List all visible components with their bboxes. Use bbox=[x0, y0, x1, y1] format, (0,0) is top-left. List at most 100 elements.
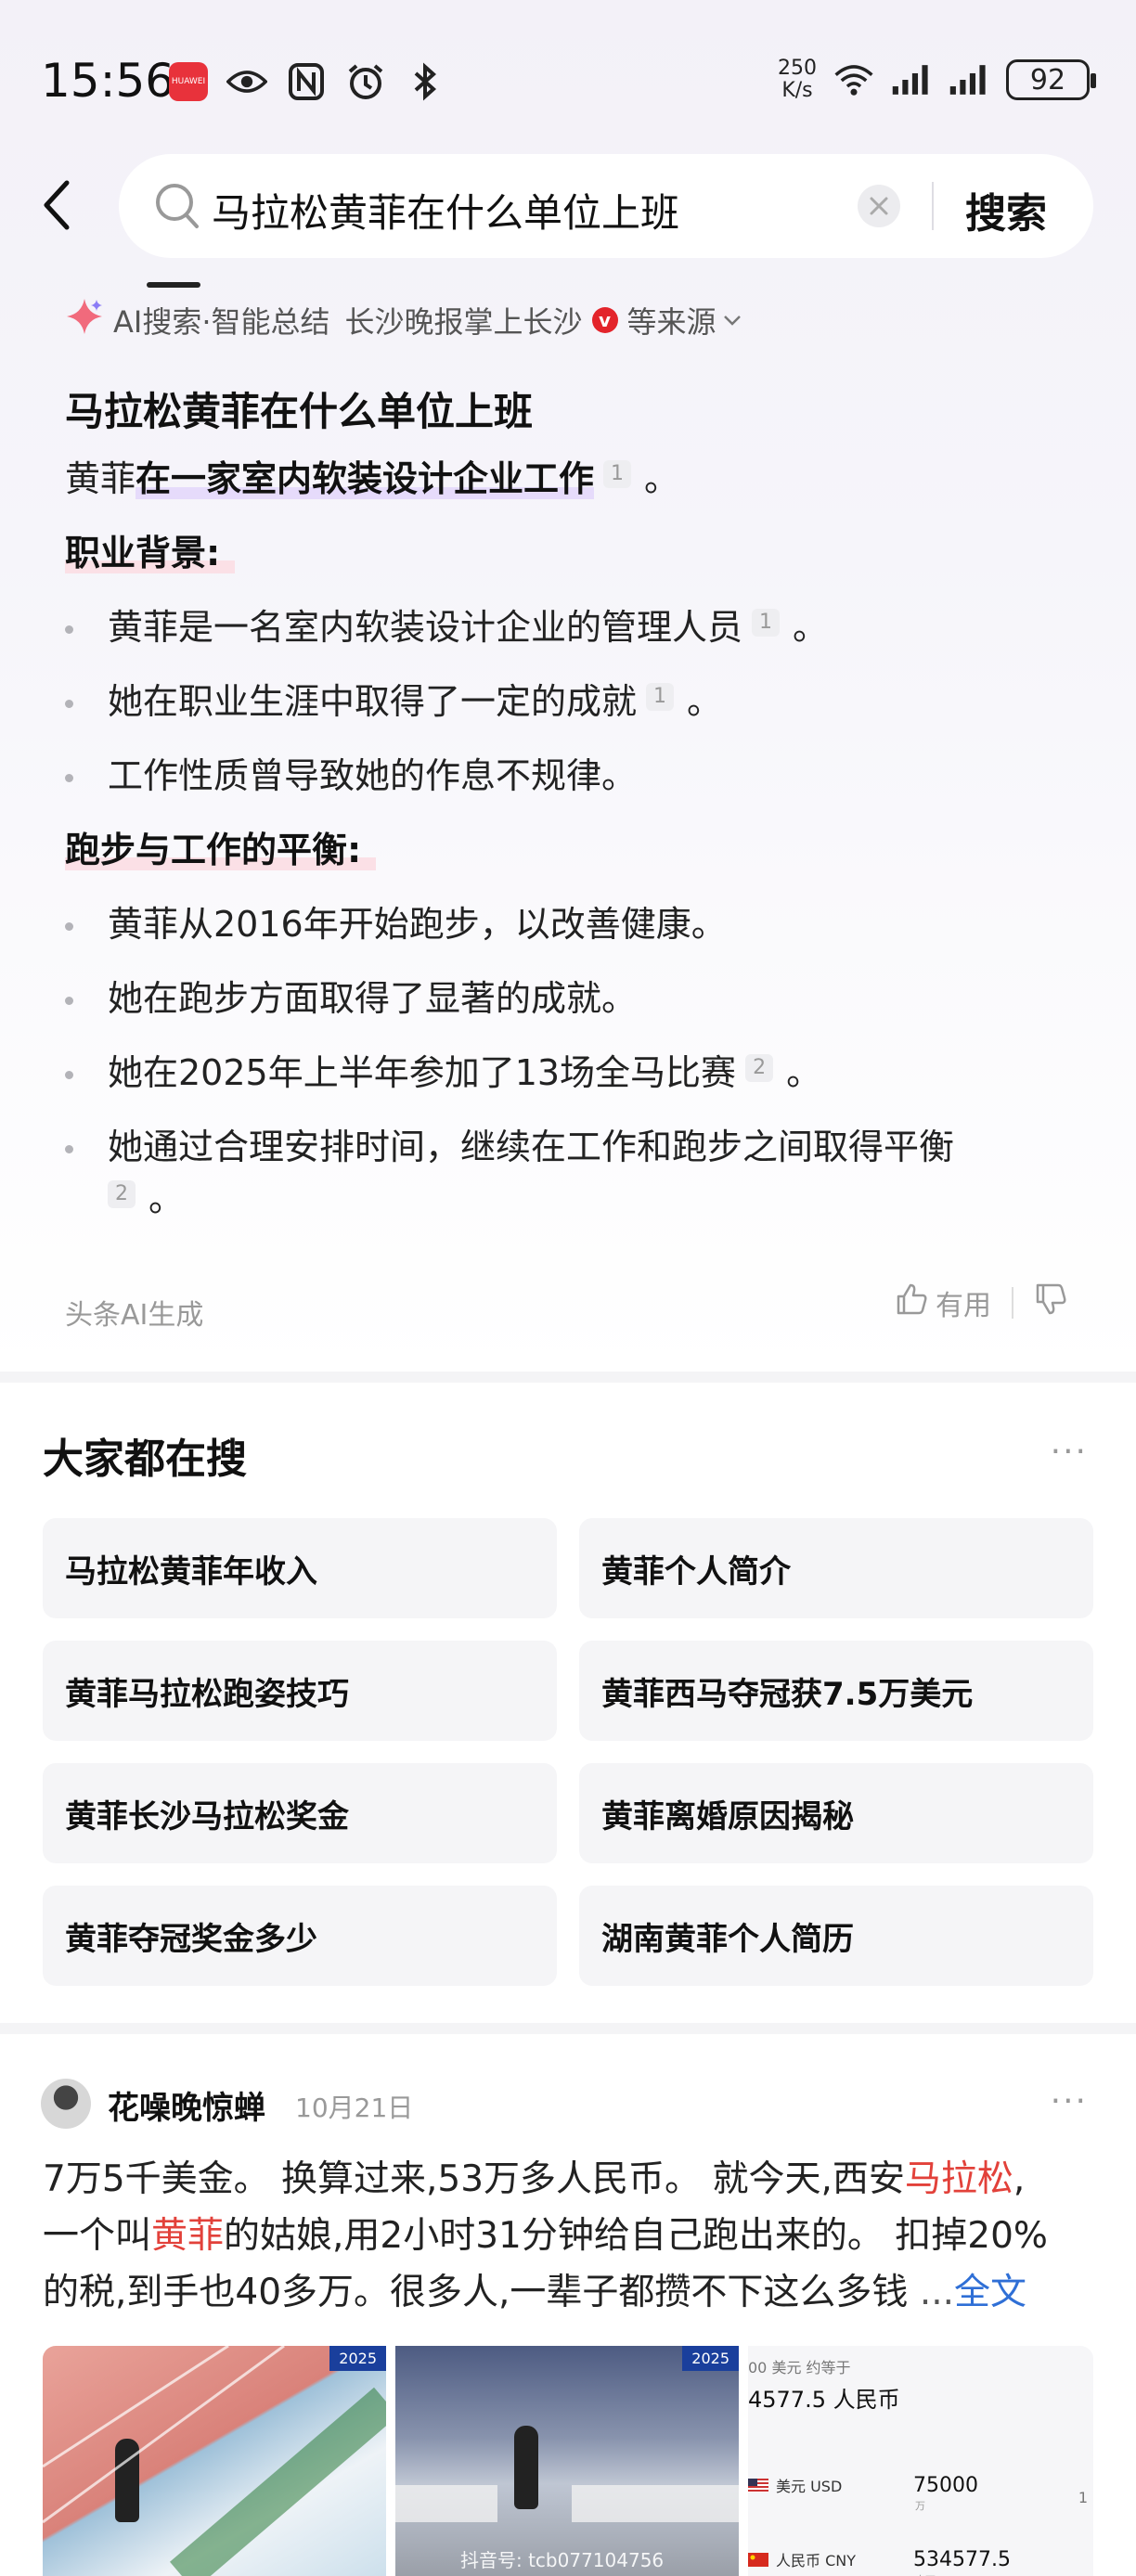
search-button[interactable]: 搜索 bbox=[965, 180, 1047, 239]
ai-sparkle-icon bbox=[65, 297, 104, 343]
list-item: 她通过合理安排时间，继续在工作和跑步之间取得平衡 bbox=[65, 1121, 1077, 1173]
thumbs-up-icon[interactable] bbox=[895, 1282, 928, 1323]
ai-intro-prefix: 黄菲 bbox=[65, 458, 136, 499]
close-icon bbox=[870, 197, 888, 215]
back-button[interactable] bbox=[41, 173, 78, 238]
post-more-icon[interactable]: ··· bbox=[1051, 2082, 1088, 2120]
ai-intro-suffix: 。 bbox=[644, 458, 680, 499]
feedback-divider bbox=[1012, 1287, 1013, 1319]
search-box[interactable]: 马拉松黄菲在什么单位上班 搜索 bbox=[119, 154, 1093, 258]
usd-value: 75000 bbox=[913, 2473, 978, 2497]
usd-label: 美元 USD bbox=[776, 2478, 843, 2495]
post-line: 7万5千美金。 换算过来,53万多人民币。 就今天,西安马拉松, bbox=[43, 2151, 1101, 2208]
citation-badge[interactable]: 2 bbox=[108, 1180, 136, 1208]
list-item-text: 工作性质曾导致她的作息不规律。 bbox=[108, 755, 638, 796]
network-speed-unit: K/s bbox=[781, 79, 813, 102]
search-divider bbox=[932, 182, 934, 230]
list-item-text: 她通过合理安排时间，继续在工作和跑步之间取得平衡 bbox=[108, 1127, 955, 1167]
recommend-item[interactable]: 黄菲离婚原因揭秘 bbox=[579, 1763, 1093, 1863]
citation-badge[interactable]: 1 bbox=[752, 609, 781, 637]
ai-source-line[interactable]: AI搜索·智能总结 长沙晚报掌上长沙 v 等来源 bbox=[65, 297, 742, 343]
list-item: 黄菲是一名室内软装设计企业的管理人员 1 。 bbox=[65, 601, 1077, 676]
converter-header: 00 美元 约等于 bbox=[748, 2359, 851, 2376]
status-bar: 15:56 HUAWEI 250 K/s 92 bbox=[0, 0, 1136, 167]
list-item-end: 。 bbox=[687, 681, 723, 722]
recommend-item[interactable]: 黄菲夺冠奖金多少 bbox=[43, 1886, 557, 1986]
citation-badge[interactable]: 2 bbox=[745, 1054, 774, 1082]
clear-search-button[interactable] bbox=[858, 185, 900, 227]
post-image-2[interactable]: 2025 抖音号: tcb077104756 bbox=[395, 2346, 739, 2576]
nfc-icon bbox=[286, 61, 327, 102]
list-item: 黄菲从2016年开始跑步，以改善健康。 bbox=[65, 898, 1077, 972]
post-author[interactable]: 花噪晚惊蝉 bbox=[108, 2082, 265, 2128]
list-item-end: 。 bbox=[793, 607, 829, 648]
list-item: 她在跑步方面取得了显著的成就。 bbox=[65, 972, 1077, 1047]
status-right-icons: 250 K/s 92 bbox=[778, 58, 1096, 102]
citation-badge[interactable]: 1 bbox=[603, 460, 632, 488]
network-speed: 250 K/s bbox=[778, 58, 817, 102]
section-heading-career: 职业背景: bbox=[65, 533, 236, 573]
signal-icon-2 bbox=[949, 59, 989, 100]
feedback-controls: 有用 bbox=[895, 1282, 1067, 1323]
status-left-icons: HUAWEI bbox=[169, 61, 445, 102]
more-options-icon[interactable]: ··· bbox=[1051, 1433, 1088, 1471]
post-keyword: 马拉松 bbox=[904, 2158, 1013, 2200]
ai-answer-body: 黄菲在一家室内软装设计企业工作 1 。 职业背景: 黄菲是一名室内软装设计企业的管理… bbox=[65, 453, 1077, 1247]
search-icon bbox=[154, 182, 200, 234]
recommend-item[interactable]: 黄菲个人简介 bbox=[579, 1518, 1093, 1618]
track-lines bbox=[43, 2346, 386, 2576]
recommend-item[interactable]: 黄菲马拉松跑姿技巧 bbox=[43, 1641, 557, 1741]
converter-rate: 4577.5 人民币 bbox=[748, 2387, 900, 2413]
verified-badge-icon: v bbox=[591, 307, 618, 333]
recommend-item[interactable]: 黄菲西马夺冠获7.5万美元 bbox=[579, 1641, 1093, 1741]
post-text-segment: 一个叫 bbox=[43, 2215, 152, 2257]
recommend-item[interactable]: 马拉松黄菲年收入 bbox=[43, 1518, 557, 1618]
cny-sub: 十万 bbox=[915, 2572, 936, 2576]
ai-intro-highlight: 在一家室内软装设计企业工作 bbox=[136, 458, 595, 499]
useful-button[interactable]: 有用 bbox=[936, 1282, 991, 1323]
section-heading: 职业背景: bbox=[65, 527, 1077, 601]
post-ellipsis: ... bbox=[908, 2272, 955, 2313]
post-keyword: 黄菲 bbox=[151, 2215, 225, 2257]
ai-source-names: 长沙晚报掌上长沙 bbox=[344, 304, 583, 340]
recommend-item[interactable]: 黄菲长沙马拉松奖金 bbox=[43, 1763, 557, 1863]
recommend-grid: 马拉松黄菲年收入 黄菲个人简介 黄菲马拉松跑姿技巧 黄菲西马夺冠获7.5万美元 … bbox=[43, 1518, 1093, 1986]
list-item-end: 。 bbox=[148, 1179, 185, 1219]
list-item-continuation: 2。 bbox=[65, 1173, 1077, 1247]
list-item: 工作性质曾导致她的作息不规律。 bbox=[65, 750, 1077, 824]
crowd-barrier bbox=[395, 2485, 739, 2522]
cny-label: 人民币 CNY bbox=[776, 2552, 857, 2570]
avatar[interactable] bbox=[41, 2079, 91, 2129]
ai-generated-label: 头条AI生成 bbox=[65, 1299, 204, 1332]
battery-indicator: 92 bbox=[1006, 59, 1096, 100]
citation-badge[interactable]: 1 bbox=[646, 683, 675, 711]
post-text-segment: 的姑娘,用2小时31分钟给自己跑出来的。 扣掉20% bbox=[224, 2215, 1048, 2257]
search-input[interactable]: 马拉松黄菲在什么单位上班 bbox=[212, 182, 679, 238]
list-item: 她在职业生涯中取得了一定的成就 1 。 bbox=[65, 676, 1077, 750]
eye-icon bbox=[226, 61, 267, 102]
post-line: 一个叫黄菲的姑娘,用2小时31分钟给自己跑出来的。 扣掉20% bbox=[43, 2208, 1101, 2264]
list-item-text: 她在2025年上半年参加了13场全马比赛 bbox=[108, 1052, 737, 1093]
converter-row-usd: 美元 USD 75000 万 bbox=[748, 2457, 1093, 2513]
back-arrow-icon bbox=[44, 180, 70, 230]
recommend-item[interactable]: 湖南黄菲个人简历 bbox=[579, 1886, 1093, 1986]
list-item-text: 黄菲从2016年开始跑步，以改善健康。 bbox=[108, 904, 727, 945]
ai-intro-line: 黄菲在一家室内软装设计企业工作 1 。 bbox=[65, 453, 1077, 527]
post-image-1[interactable]: 2025 bbox=[43, 2346, 386, 2576]
thumbs-down-icon[interactable] bbox=[1034, 1282, 1067, 1323]
read-full-link[interactable]: 全文 bbox=[954, 2272, 1026, 2313]
post-text-segment: 7万5千美金。 换算过来,53万多人民币。 就今天,西安 bbox=[43, 2158, 905, 2200]
post-text[interactable]: 7万5千美金。 换算过来,53万多人民币。 就今天,西安马拉松, 一个叫黄菲的姑… bbox=[43, 2151, 1101, 2321]
post-date: 10月21日 bbox=[295, 2093, 414, 2123]
post-text-segment: , bbox=[1013, 2158, 1026, 2200]
list-item: 她在2025年上半年参加了13场全马比赛 2 。 bbox=[65, 1047, 1077, 1121]
post-images: 2025 2025 抖音号: tcb077104756 00 美元 约等于 45… bbox=[43, 2346, 1093, 2576]
post-image-3-currency-converter[interactable]: 00 美元 约等于 4577.5 人民币 美元 USD 75000 万 人民币 … bbox=[748, 2346, 1093, 2576]
section-heading-balance: 跑步与工作的平衡: bbox=[65, 830, 377, 870]
usd-sub: 万 bbox=[915, 2500, 925, 2512]
converter-row-cny: 人民币 CNY 534577.5 十万 bbox=[748, 2531, 1093, 2576]
converter-side-digit: 1 bbox=[1078, 2489, 1088, 2506]
us-flag-icon bbox=[748, 2478, 768, 2492]
ai-source-prefix: AI搜索·智能总结 bbox=[113, 304, 330, 340]
image-watermark: 抖音号: tcb077104756 bbox=[460, 2549, 665, 2571]
